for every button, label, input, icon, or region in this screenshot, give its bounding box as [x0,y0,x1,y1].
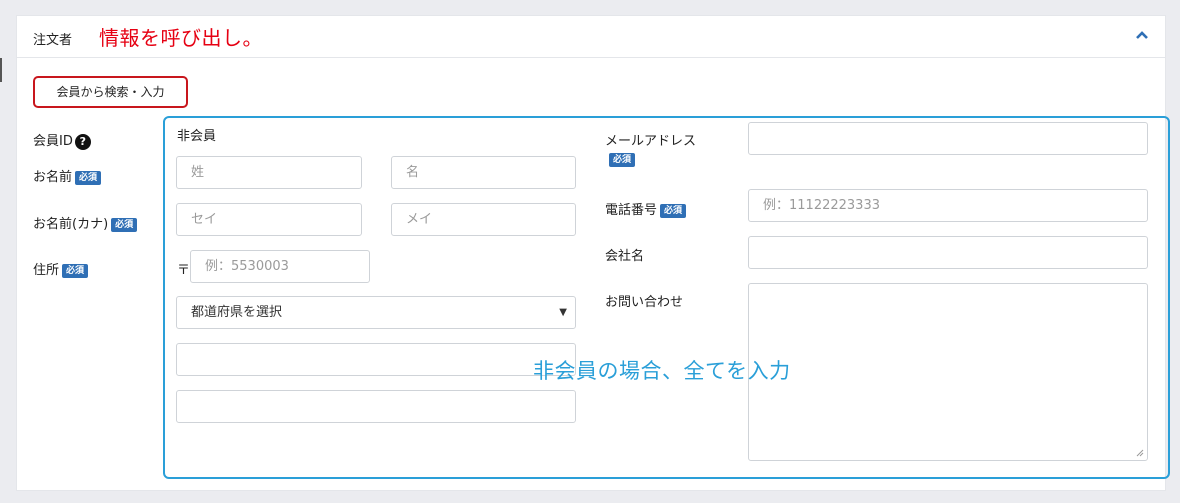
non-member-label: 非会員 [177,129,217,144]
last-name-input[interactable] [176,156,362,189]
address-label: 住所 必須 [33,259,89,278]
phone-input[interactable] [748,189,1148,222]
question-circle-icon[interactable]: ? [74,133,91,150]
address-text: 住所 [33,263,60,278]
member-id-label: 会員ID? [33,130,91,150]
inquiry-textarea[interactable] [748,283,1148,461]
first-name-input[interactable] [391,156,576,189]
email-label: メールアドレス [605,134,697,149]
address-line1-input[interactable] [176,343,576,376]
required-badge: 必須 [660,203,687,218]
annotation-blue: 非会員の場合、全てを入力 [533,359,791,383]
prefecture-select[interactable]: 都道府県を選択 ▼ [176,296,576,329]
postal-mark: 〒 [177,263,191,278]
required-badge: 必須 [111,217,138,232]
panel-title: 注文者 [33,33,73,48]
name-kana-label: お名前(カナ) 必須 [33,213,138,232]
phone-label: 電話番号 必須 [605,199,687,218]
inquiry-textarea-wrap [748,283,1148,461]
caret-down-icon: ▼ [559,307,567,318]
phone-text: 電話番号 [605,203,658,218]
chevron-up-icon[interactable] [1134,28,1150,42]
required-badge: 必須 [62,263,89,278]
postal-code-input[interactable] [190,250,370,283]
name-label: お名前 必須 [33,166,102,185]
prefecture-selected: 都道府県を選択 [191,305,283,320]
left-edge-marker [0,58,2,82]
member-id-text: 会員ID [33,134,73,149]
name-text: お名前 [33,170,73,185]
inquiry-label: お問い合わせ [605,295,684,310]
resize-grip-icon[interactable] [1136,449,1144,457]
annotation-red: 情報を呼び出し。 [99,26,263,50]
company-label: 会社名 [605,249,645,264]
last-name-kana-input[interactable] [176,203,362,236]
company-input[interactable] [748,236,1148,269]
required-badge: 必須 [75,170,102,185]
name-kana-text: お名前(カナ) [33,217,109,232]
search-member-button[interactable]: 会員から検索・入力 [33,76,188,108]
first-name-kana-input[interactable] [391,203,576,236]
email-input[interactable] [748,122,1148,155]
required-badge: 必須 [609,153,636,167]
address-line2-input[interactable] [176,390,576,423]
